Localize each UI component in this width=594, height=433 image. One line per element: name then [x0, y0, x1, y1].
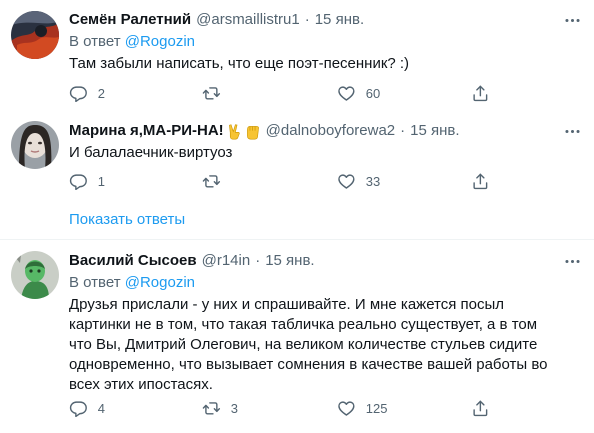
- more-options-icon[interactable]: [562, 251, 582, 271]
- user-handle[interactable]: @r14in: [202, 251, 251, 271]
- like-count: 60: [365, 85, 381, 101]
- retweet-count: 3: [230, 400, 238, 416]
- retweet-icon: [202, 399, 221, 418]
- tweet-text: Друзья прислали - у них и спрашивайте. И…: [69, 295, 582, 395]
- more-options-icon[interactable]: [562, 10, 582, 30]
- avatar[interactable]: [11, 11, 59, 59]
- reply-prefix: В ответ: [69, 274, 125, 291]
- tweet-header: Марина я,МА-РИ-НА! @dalnoboyforewa2 · 15…: [69, 121, 582, 141]
- share-icon: [471, 84, 490, 103]
- timestamp[interactable]: 15 янв.: [315, 10, 364, 30]
- tweet-actions: 4 3 125: [69, 398, 493, 418]
- reply-button[interactable]: 1: [69, 171, 105, 191]
- share-icon: [471, 172, 490, 191]
- tweet-text: Там забыли написать, что еще поэт-песенн…: [69, 54, 582, 74]
- reply-prefix: В ответ: [69, 33, 125, 50]
- display-name[interactable]: Марина я,МА-РИ-НА!: [69, 121, 224, 141]
- reply-mention-link[interactable]: @Rogozin: [125, 33, 195, 50]
- tweet[interactable]: Василий Сысоев @r14in · 15 янв. В ответ …: [0, 240, 594, 433]
- tweet-text-line: одновременно, что вызывает сомнения в ка…: [69, 356, 548, 373]
- tweet-text-line: И балалаечник-виртуоз: [69, 144, 233, 161]
- separator: ·: [255, 252, 261, 269]
- tweet-text-line: Там забыли написать, что еще поэт-песенн…: [69, 55, 410, 72]
- tweet-text: И балалаечник-виртуоз: [69, 143, 582, 163]
- heart-icon: [337, 399, 356, 418]
- reply-count: 4: [97, 400, 105, 416]
- share-button[interactable]: [471, 83, 490, 103]
- tweet[interactable]: Марина я,МА-РИ-НА! @dalnoboyforewa2 · 15…: [0, 110, 594, 200]
- retweet-icon: [202, 172, 221, 191]
- tweet-text-line: что Вы, Дмитрий Олегович, на великом кол…: [69, 336, 538, 353]
- reply-count: 1: [97, 173, 105, 189]
- share-button[interactable]: [471, 398, 490, 418]
- heart-icon: [337, 84, 356, 103]
- reply-button[interactable]: 2: [69, 83, 105, 103]
- retweet-button[interactable]: 3: [202, 398, 238, 418]
- reply-context: В ответ @Rogozin: [69, 273, 582, 293]
- reply-icon: [69, 399, 88, 418]
- tweet-text-line: всех этих ипостасях.: [69, 376, 213, 393]
- retweet-button[interactable]: [202, 171, 231, 191]
- timestamp[interactable]: 15 янв.: [410, 121, 459, 141]
- more-options-icon[interactable]: [562, 121, 582, 141]
- user-handle[interactable]: @arsmaillistru1: [196, 10, 300, 30]
- avatar[interactable]: [11, 251, 59, 299]
- display-name[interactable]: Василий Сысоев: [69, 251, 197, 271]
- separator: ·: [304, 11, 310, 28]
- tweet-actions: 1 33: [69, 171, 493, 191]
- retweet-button[interactable]: [202, 83, 231, 103]
- tweet-header: Василий Сысоев @r14in · 15 янв.: [69, 251, 582, 271]
- reply-icon: [69, 172, 88, 191]
- reply-count: 2: [97, 85, 105, 101]
- like-button[interactable]: 60: [337, 83, 380, 103]
- display-name[interactable]: Семён Ралетний: [69, 10, 191, 30]
- tweet-header: Семён Ралетний @arsmaillistru1 · 15 янв.: [69, 10, 582, 30]
- tweet-text-line: картинки не в том, что такая табличка ре…: [69, 316, 538, 333]
- separator: ·: [400, 122, 406, 139]
- like-button[interactable]: 33: [337, 171, 380, 191]
- victory-hand-icon: [228, 123, 240, 139]
- heart-icon: [337, 172, 356, 191]
- raised-fist-icon: [246, 125, 259, 139]
- name-emoji: [226, 123, 261, 140]
- retweet-icon: [202, 84, 221, 103]
- timestamp[interactable]: 15 янв.: [265, 251, 314, 271]
- share-icon: [471, 399, 490, 418]
- like-button[interactable]: 125: [337, 398, 387, 418]
- tweet[interactable]: Семён Ралетний @arsmaillistru1 · 15 янв.…: [0, 0, 594, 110]
- tweet-text-line: Друзья прислали - у них и спрашивайте. И…: [69, 296, 505, 313]
- avatar[interactable]: [11, 121, 59, 169]
- tweet-actions: 2 60: [69, 83, 493, 103]
- like-count: 125: [365, 400, 388, 416]
- reply-icon: [69, 84, 88, 103]
- reply-button[interactable]: 4: [69, 398, 105, 418]
- user-handle[interactable]: @dalnoboyforewa2: [266, 121, 395, 141]
- show-replies-link[interactable]: Показать ответы: [69, 210, 185, 230]
- like-count: 33: [365, 173, 381, 189]
- reply-mention-link[interactable]: @Rogozin: [125, 274, 195, 291]
- reply-context: В ответ @Rogozin: [69, 32, 582, 52]
- share-button[interactable]: [471, 171, 490, 191]
